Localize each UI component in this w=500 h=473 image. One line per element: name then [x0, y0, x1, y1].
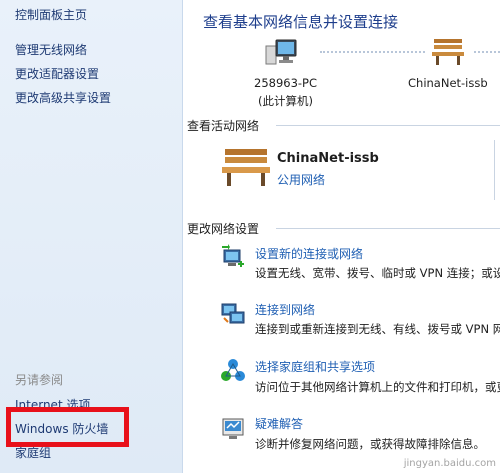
page-title: 查看基本网络信息并设置连接 — [203, 13, 399, 31]
sidebar: 控制面板主页 管理无线网络 更改适配器设置 更改高级共享设置 另请参阅 Inte… — [0, 0, 183, 473]
task-link-troubleshoot[interactable]: 疑难解答 — [255, 415, 303, 432]
computer-icon[interactable] — [264, 38, 300, 68]
change-settings-heading: 更改网络设置 — [187, 222, 260, 236]
computer-subtitle: (此计算机) — [258, 94, 313, 108]
sidebar-item-manage-wireless[interactable]: 管理无线网络 — [15, 41, 87, 58]
task-link-new-connection[interactable]: 设置新的连接或网络 — [255, 245, 363, 262]
task-link-homegroup[interactable]: 选择家庭组和共享选项 — [255, 358, 375, 375]
network-type-link[interactable]: 公用网络 — [277, 171, 325, 188]
computer-name: 258963-PC — [254, 76, 318, 90]
bench-network-icon[interactable] — [430, 36, 466, 66]
new-connection-icon — [222, 244, 244, 267]
task-desc-homegroup: 访问位于其他网络计算机上的文件和打印机，或更 — [255, 380, 500, 394]
task-desc-connect-network: 连接到或重新连接到无线、有线、拨号或 VPN 网 — [255, 322, 500, 336]
task-desc-troubleshoot: 诊断并修复网络问题，或获得故障排除信息。 — [255, 437, 485, 451]
network-map: 258963-PC (此计算机) ChinaNet-issb — [184, 34, 500, 114]
active-networks-heading: 查看活动网络 — [187, 119, 260, 133]
section-divider — [276, 125, 500, 126]
section-divider — [276, 228, 500, 229]
active-network-name: ChinaNet-issb — [277, 151, 379, 166]
watermark: jingyan.baidu.com — [403, 458, 496, 469]
sidebar-home-link[interactable]: 控制面板主页 — [15, 6, 87, 23]
see-also-internet-options[interactable]: Internet 选项 — [15, 396, 90, 413]
sidebar-item-adapter-settings[interactable]: 更改适配器设置 — [15, 65, 99, 82]
main-panel: 查看基本网络信息并设置连接 258963-PC (此计算机) ChinaNet-… — [184, 0, 500, 473]
troubleshoot-icon — [222, 418, 244, 439]
connect-network-icon — [221, 303, 245, 324]
task-desc-new-connection: 设置无线、宽带、拨号、临时或 VPN 连接；或设 — [255, 266, 500, 280]
homegroup-icon — [221, 359, 245, 381]
see-also-heading: 另请参阅 — [15, 373, 64, 387]
see-also-windows-firewall[interactable]: Windows 防火墙 — [15, 420, 108, 437]
network-name-map: ChinaNet-issb — [408, 76, 488, 90]
vertical-divider — [494, 140, 495, 200]
map-connector-line — [320, 51, 425, 53]
task-link-connect-network[interactable]: 连接到网络 — [255, 301, 315, 318]
sidebar-item-advanced-sharing[interactable]: 更改高级共享设置 — [15, 89, 111, 106]
bench-network-icon — [222, 149, 270, 186]
map-connector-line-2 — [474, 51, 500, 53]
see-also-homegroup[interactable]: 家庭组 — [15, 444, 51, 461]
